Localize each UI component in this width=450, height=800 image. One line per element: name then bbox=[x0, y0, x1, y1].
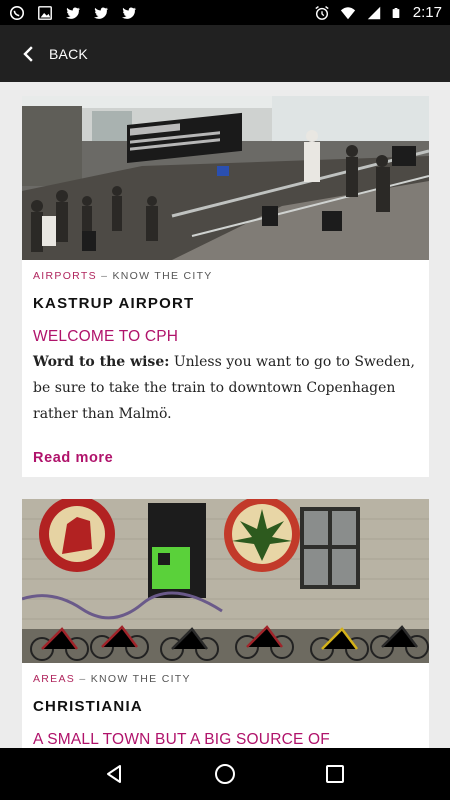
article-meta: AREAS – KNOW THE CITY bbox=[33, 673, 429, 685]
twitter-icon bbox=[65, 6, 81, 19]
system-nav-bar bbox=[0, 748, 450, 800]
back-button[interactable]: BACK bbox=[49, 46, 88, 62]
article-subtitle: WELCOME TO CPH bbox=[33, 328, 179, 345]
recents-square-icon[interactable] bbox=[323, 762, 347, 786]
home-circle-icon[interactable] bbox=[213, 762, 237, 786]
app-bar: BACK bbox=[0, 25, 450, 82]
back-triangle-icon[interactable] bbox=[103, 762, 127, 786]
section-label: KNOW THE CITY bbox=[90, 673, 191, 685]
section-label: KNOW THE CITY bbox=[112, 270, 213, 282]
article-card[interactable]: AREAS – KNOW THE CITY CHRISTIANIA A SMAL… bbox=[22, 499, 429, 748]
article-title[interactable]: KASTRUP AIRPORT bbox=[33, 295, 429, 312]
system-icons: 2:17 bbox=[313, 4, 442, 21]
article-card[interactable]: AIRPORTS – KNOW THE CITY KASTRUP AIRPORT… bbox=[22, 96, 429, 477]
whatsapp-icon bbox=[9, 5, 25, 20]
status-bar: 2:17 bbox=[0, 0, 450, 25]
article-meta: AIRPORTS – KNOW THE CITY bbox=[33, 270, 429, 282]
article-list[interactable]: AIRPORTS – KNOW THE CITY KASTRUP AIRPORT… bbox=[0, 82, 450, 748]
article-excerpt: Word to the wise: Unless you want to go … bbox=[33, 349, 415, 427]
article-subtitle: A SMALL TOWN BUT A BIG SOURCE OF bbox=[33, 731, 330, 748]
meta-separator: – bbox=[101, 270, 109, 282]
image-icon bbox=[38, 5, 52, 20]
category-link[interactable]: AIRPORTS bbox=[33, 270, 97, 282]
christiania-mural-photo[interactable] bbox=[22, 499, 429, 663]
alarm-icon bbox=[315, 5, 329, 20]
twitter-icon bbox=[121, 6, 137, 19]
airport-departures-photo[interactable] bbox=[22, 96, 429, 260]
article-title[interactable]: CHRISTIANIA bbox=[33, 698, 429, 715]
clock: 2:17 bbox=[412, 4, 442, 21]
battery-icon bbox=[392, 7, 400, 18]
notification-icons bbox=[8, 5, 138, 21]
read-more-link[interactable]: Read more bbox=[33, 450, 113, 466]
wifi-icon bbox=[340, 6, 355, 19]
category-link[interactable]: AREAS bbox=[33, 673, 75, 685]
chevron-left-icon[interactable] bbox=[20, 45, 36, 62]
meta-separator: – bbox=[79, 673, 87, 685]
twitter-icon bbox=[93, 6, 109, 19]
excerpt-bold: Word to the wise: bbox=[33, 354, 170, 370]
signal-icon bbox=[367, 6, 381, 19]
